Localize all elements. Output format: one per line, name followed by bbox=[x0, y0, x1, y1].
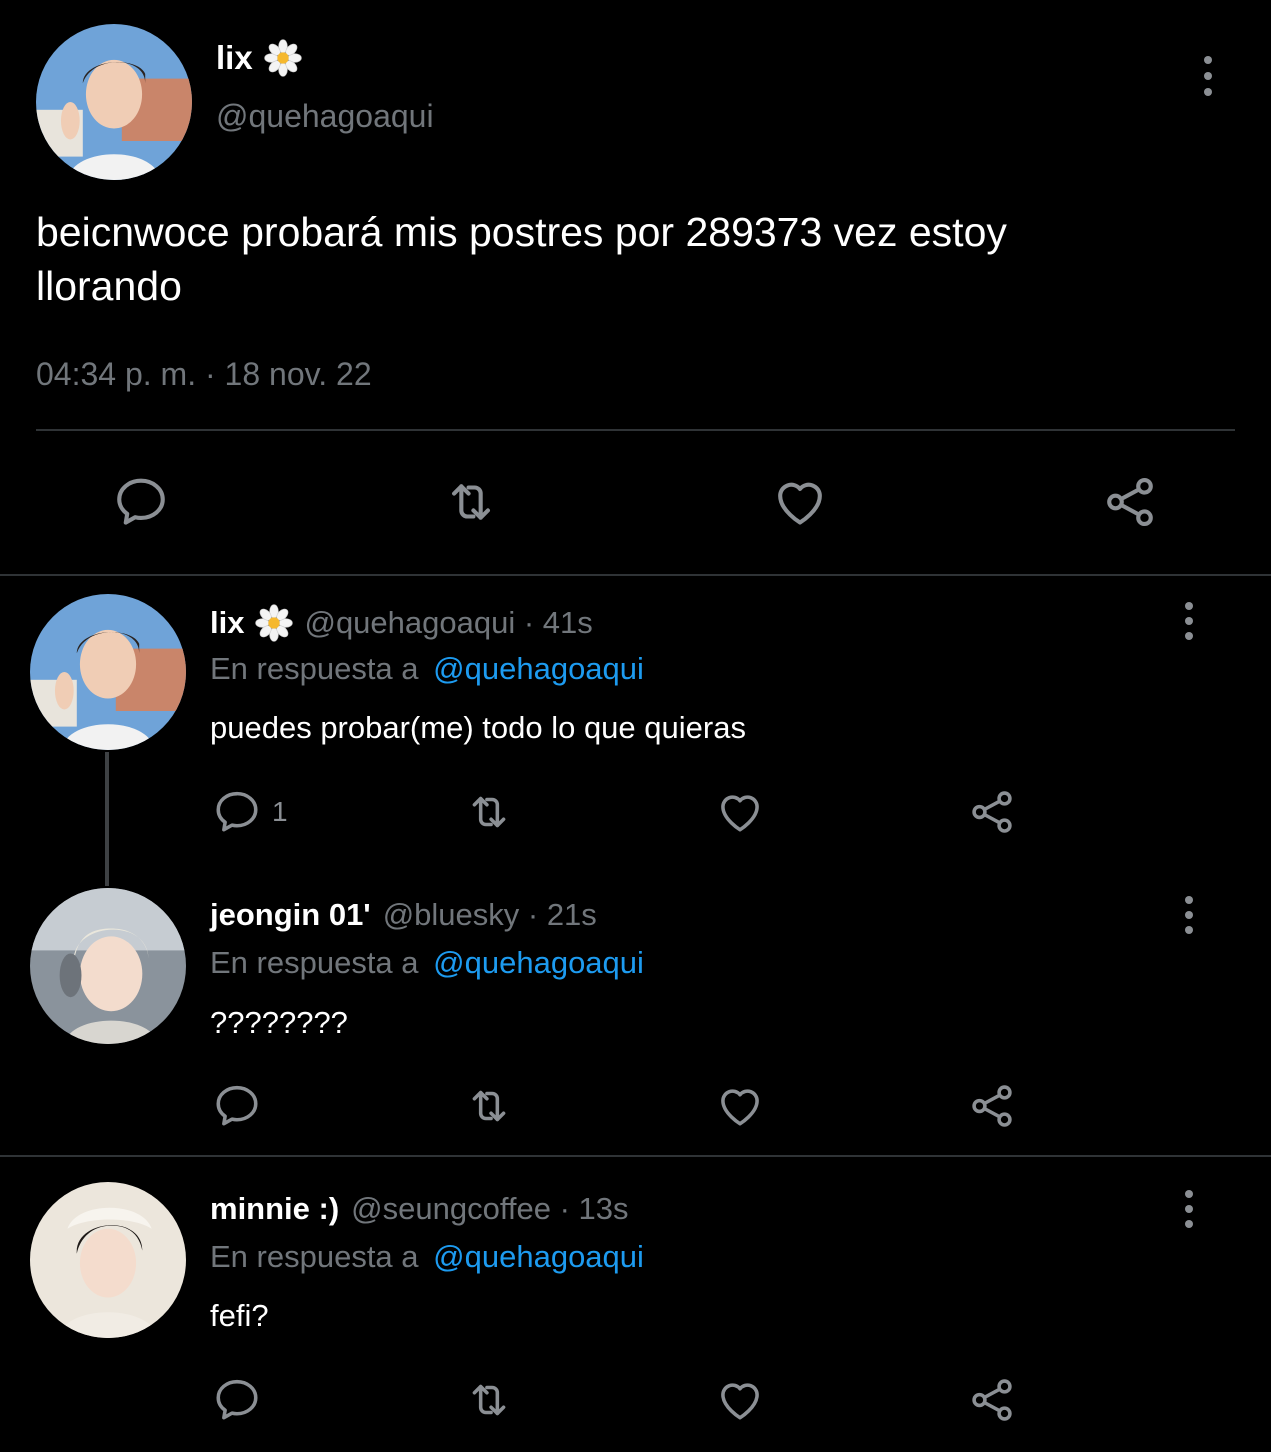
handle-time-text[interactable]: @bluesky · 21s bbox=[383, 897, 597, 933]
daisy-emoji-icon bbox=[263, 38, 303, 78]
reply-to-link[interactable]: @quehagoaqui bbox=[433, 945, 644, 980]
share-button[interactable] bbox=[967, 1081, 1017, 1131]
reply-button[interactable]: 1 bbox=[212, 787, 288, 837]
avatar-photo-icon bbox=[30, 888, 186, 1044]
reply-button[interactable] bbox=[212, 1081, 272, 1131]
reply-avatar[interactable] bbox=[30, 1182, 186, 1338]
main-tweet-avatar[interactable] bbox=[36, 24, 192, 180]
share-icon bbox=[967, 1081, 1017, 1131]
reply-header: lix @quehagoaqui · 41s bbox=[210, 603, 593, 643]
retweet-icon bbox=[461, 1081, 517, 1131]
tweet-text-line: llorando bbox=[36, 263, 182, 309]
divider bbox=[0, 574, 1271, 576]
avatar-photo-icon bbox=[30, 1182, 186, 1338]
reply-icon bbox=[212, 1375, 262, 1425]
more-options-icon[interactable] bbox=[1196, 56, 1220, 96]
reply-context: En respuesta a @quehagoaqui bbox=[210, 651, 644, 687]
main-tweet-text: beicnwoce probará mis postres por 289373… bbox=[36, 205, 1007, 313]
reply-icon bbox=[212, 1081, 262, 1131]
reply-to-link[interactable]: @quehagoaqui bbox=[433, 651, 644, 686]
share-icon bbox=[967, 1375, 1017, 1425]
retweet-icon bbox=[438, 473, 504, 531]
handle-time-text[interactable]: @quehagoaqui · 41s bbox=[304, 605, 592, 641]
reply-text: ???????? bbox=[210, 1005, 348, 1040]
reply-avatar[interactable] bbox=[30, 888, 186, 1044]
reply-prefix-text: En respuesta a bbox=[210, 651, 419, 686]
share-button[interactable] bbox=[967, 787, 1017, 837]
avatar-photo-icon bbox=[36, 24, 192, 180]
reply-context: En respuesta a @quehagoaqui bbox=[210, 1239, 644, 1275]
reply-count: 1 bbox=[272, 796, 288, 827]
display-name-text[interactable]: lix bbox=[210, 605, 244, 641]
display-name-text[interactable]: jeongin 01' bbox=[210, 897, 371, 933]
share-icon bbox=[967, 787, 1017, 837]
retweet-icon bbox=[461, 1375, 517, 1425]
like-button[interactable] bbox=[715, 1375, 765, 1425]
main-timestamp[interactable]: 04:34 p. m. · 18 nov. 22 bbox=[36, 356, 372, 393]
share-button[interactable] bbox=[967, 1375, 1017, 1425]
reply-button[interactable] bbox=[112, 473, 170, 531]
heart-icon bbox=[715, 1081, 765, 1131]
more-options-icon[interactable] bbox=[1177, 1190, 1201, 1228]
display-name-text: lix bbox=[216, 39, 253, 76]
retweet-button[interactable] bbox=[461, 1375, 517, 1425]
retweet-button[interactable] bbox=[461, 787, 517, 837]
share-button[interactable] bbox=[1100, 473, 1160, 531]
reply-icon bbox=[112, 473, 170, 531]
divider bbox=[36, 429, 1235, 431]
reply-header: minnie :) @seungcoffee · 13s bbox=[210, 1191, 629, 1227]
reply-prefix-text: En respuesta a bbox=[210, 945, 419, 980]
thread-line bbox=[105, 752, 109, 886]
divider bbox=[0, 1155, 1271, 1157]
reply-button[interactable] bbox=[212, 1375, 272, 1425]
main-display-name[interactable]: lix bbox=[216, 38, 303, 78]
daisy-emoji-icon bbox=[254, 603, 294, 643]
reply-icon bbox=[212, 787, 262, 837]
more-options-icon[interactable] bbox=[1177, 896, 1201, 934]
reply-to-link[interactable]: @quehagoaqui bbox=[433, 1239, 644, 1274]
heart-icon bbox=[715, 1375, 765, 1425]
display-name-text[interactable]: minnie :) bbox=[210, 1191, 339, 1227]
share-icon bbox=[1100, 473, 1160, 531]
handle-time-text[interactable]: @seungcoffee · 13s bbox=[351, 1191, 628, 1227]
retweet-button[interactable] bbox=[438, 473, 504, 531]
reply-text: puedes probar(me) todo lo que quieras bbox=[210, 710, 746, 745]
main-handle[interactable]: @quehagoaqui bbox=[216, 98, 434, 135]
retweet-icon bbox=[461, 787, 517, 837]
like-button[interactable] bbox=[715, 787, 765, 837]
retweet-button[interactable] bbox=[461, 1081, 517, 1131]
heart-icon bbox=[715, 787, 765, 837]
heart-icon bbox=[770, 473, 830, 531]
like-button[interactable] bbox=[715, 1081, 765, 1131]
more-options-icon[interactable] bbox=[1177, 602, 1201, 640]
reply-prefix-text: En respuesta a bbox=[210, 1239, 419, 1274]
reply-header: jeongin 01' @bluesky · 21s bbox=[210, 897, 597, 933]
avatar-photo-icon bbox=[30, 594, 186, 750]
reply-context: En respuesta a @quehagoaqui bbox=[210, 945, 644, 981]
tweet-text-line: beicnwoce probará mis postres por 289373… bbox=[36, 209, 1007, 255]
like-button[interactable] bbox=[770, 473, 830, 531]
reply-avatar[interactable] bbox=[30, 594, 186, 750]
reply-text: fefi? bbox=[210, 1298, 269, 1333]
